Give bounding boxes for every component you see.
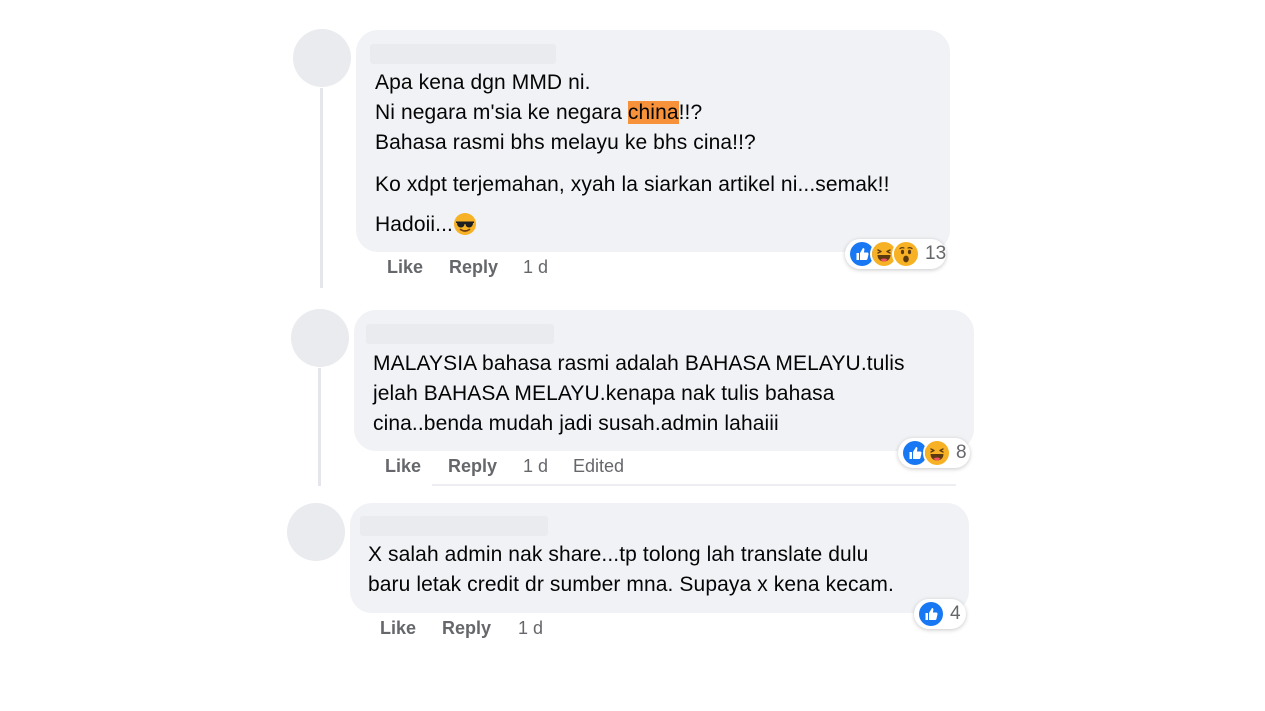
haha-reaction-icon — [923, 439, 951, 467]
avatar[interactable] — [287, 503, 345, 561]
author-name[interactable] — [366, 324, 554, 344]
avatar[interactable] — [291, 309, 349, 367]
reply-button[interactable]: Reply — [449, 257, 498, 278]
thread-line — [318, 368, 321, 486]
reaction-count: 13 — [925, 243, 947, 264]
comment-line: Apa kena dgn MMD ni. — [375, 71, 591, 94]
reaction-summary[interactable]: 4 — [914, 599, 966, 629]
avatar[interactable] — [293, 29, 351, 87]
like-button[interactable]: Like — [387, 257, 423, 278]
like-button[interactable]: Like — [385, 456, 421, 477]
comment-line: jelah BAHASA MELAYU.kenapa nak tulis bah… — [373, 382, 835, 405]
wow-reaction-icon — [892, 240, 920, 268]
comment-line: Ko xdpt terjemahan, xyah la siarkan arti… — [375, 173, 890, 196]
timestamp[interactable]: 1 d — [518, 618, 543, 639]
comment-text: X salah admin nak share...tp tolong lah … — [368, 540, 894, 600]
comment-text: Apa kena dgn MMD ni. Ni negara m'sia ke … — [375, 68, 890, 240]
author-name[interactable] — [370, 44, 556, 64]
comment-line: MALAYSIA bahasa rasmi adalah BAHASA MELA… — [373, 352, 905, 375]
reaction-count: 4 — [950, 603, 961, 624]
comment-line: Bahasa rasmi bhs melayu ke bhs cina!!? — [375, 131, 756, 154]
reply-button[interactable]: Reply — [442, 618, 491, 639]
reaction-count: 8 — [956, 442, 967, 463]
edited-label[interactable]: Edited — [573, 456, 624, 477]
reply-button[interactable]: Reply — [448, 456, 497, 477]
like-reaction-icon — [917, 600, 945, 628]
comment-bubble: X salah admin nak share...tp tolong lah … — [350, 503, 969, 613]
comment-line: Ni negara m'sia ke negara china!!? — [375, 101, 703, 124]
sunglasses-emoji-icon — [453, 212, 477, 236]
divider — [432, 484, 956, 486]
reaction-summary[interactable]: 8 — [898, 438, 970, 468]
reaction-summary[interactable]: 13 — [845, 239, 946, 269]
comment-line: cina..benda mudah jadi susah.admin lahai… — [373, 412, 779, 435]
thread-line — [320, 88, 323, 288]
comment-line: Hadoii... — [375, 210, 890, 240]
timestamp[interactable]: 1 d — [523, 456, 548, 477]
search-highlight: china — [627, 101, 679, 124]
author-name[interactable] — [360, 516, 548, 536]
comment-text: MALAYSIA bahasa rasmi adalah BAHASA MELA… — [373, 349, 905, 439]
comment-bubble: MALAYSIA bahasa rasmi adalah BAHASA MELA… — [354, 310, 974, 451]
comment-line: X salah admin nak share...tp tolong lah … — [368, 543, 869, 566]
comment-bubble: Apa kena dgn MMD ni. Ni negara m'sia ke … — [356, 30, 950, 252]
comment-line: baru letak credit dr sumber mna. Supaya … — [368, 573, 894, 596]
comments-panel: Apa kena dgn MMD ni. Ni negara m'sia ke … — [0, 0, 1265, 711]
timestamp[interactable]: 1 d — [523, 257, 548, 278]
like-button[interactable]: Like — [380, 618, 416, 639]
